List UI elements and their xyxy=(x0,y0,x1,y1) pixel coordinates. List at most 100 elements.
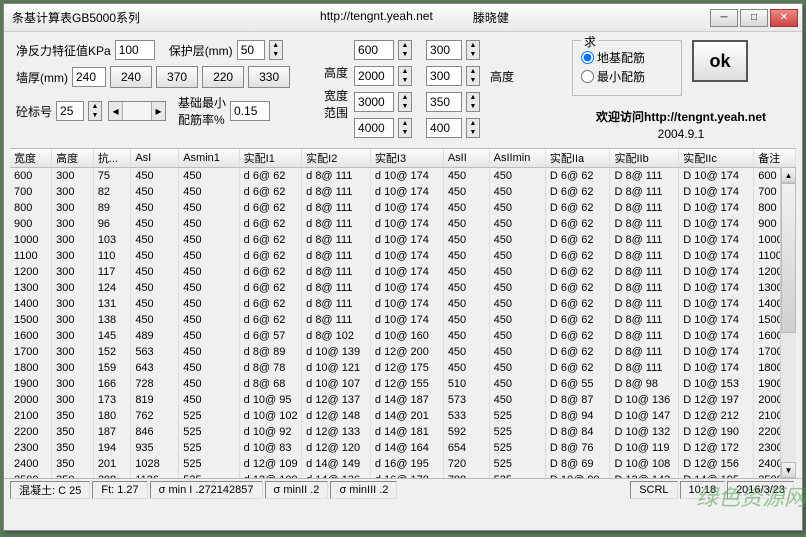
col-header[interactable]: AsII xyxy=(443,149,489,168)
w3-input[interactable] xyxy=(354,118,394,138)
table-row[interactable]: 1600300145489450d 6@ 57d 8@ 102d 10@ 160… xyxy=(10,328,796,344)
table-cell: d 12@ 137 xyxy=(302,392,371,408)
col-header[interactable]: Asmin1 xyxy=(179,149,239,168)
table-cell: D 10@ 132 xyxy=(610,424,679,440)
table-row[interactable]: 1900300166728450d 8@ 68d 10@ 107d 12@ 15… xyxy=(10,376,796,392)
table-cell: 1500 xyxy=(10,312,52,328)
table-cell: d 6@ 62 xyxy=(239,184,302,200)
table-cell: 846 xyxy=(131,424,179,440)
table-row[interactable]: 2000300173819450d 10@ 95d 12@ 137d 14@ 1… xyxy=(10,392,796,408)
col-header[interactable]: 宽度 xyxy=(10,149,52,168)
h1-spin[interactable]: ▲▼ xyxy=(398,40,412,60)
w1-spin[interactable]: ▲▼ xyxy=(398,66,412,86)
maximize-button[interactable]: □ xyxy=(740,9,768,27)
table-cell: 450 xyxy=(489,184,545,200)
scroll-up-button[interactable]: ▲ xyxy=(781,167,796,183)
table-row[interactable]: 24003502011028525d 12@ 109d 14@ 149d 16@… xyxy=(10,456,796,472)
table-row[interactable]: 2300350194935525d 10@ 83d 12@ 120d 14@ 1… xyxy=(10,440,796,456)
col-header[interactable]: 实配I3 xyxy=(370,149,443,168)
table-cell: 450 xyxy=(443,232,489,248)
table-row[interactable]: 1200300117450450d 6@ 62d 8@ 111d 10@ 174… xyxy=(10,264,796,280)
table-row[interactable]: 1000300103450450d 6@ 62d 8@ 111d 10@ 174… xyxy=(10,232,796,248)
table-cell: D 6@ 55 xyxy=(545,376,610,392)
grade-spinner[interactable]: ▲▼ xyxy=(88,101,102,121)
table-cell: 1126 xyxy=(131,472,179,479)
table-cell: D 10@ 174 xyxy=(679,312,754,328)
wh2-spin[interactable]: ▲▼ xyxy=(466,92,480,112)
wall-330-button[interactable]: 330 xyxy=(248,66,290,88)
scroll-track[interactable] xyxy=(123,102,151,120)
wh1-input[interactable] xyxy=(426,66,462,86)
table-cell: 159 xyxy=(93,360,131,376)
col-header[interactable]: 抗... xyxy=(93,149,131,168)
table-cell: 450 xyxy=(443,344,489,360)
col-header[interactable]: 高度 xyxy=(52,149,94,168)
col-header[interactable]: AsI xyxy=(131,149,179,168)
cover-input[interactable] xyxy=(237,40,265,60)
cover-spinner[interactable]: ▲▼ xyxy=(269,40,283,60)
table-cell: 1700 xyxy=(10,344,52,360)
w1-input[interactable] xyxy=(354,66,394,86)
vertical-scrollbar[interactable]: ▲ ▼ xyxy=(780,167,796,478)
radio-foundation[interactable] xyxy=(581,51,594,64)
col-header[interactable]: AsIImin xyxy=(489,149,545,168)
scroll-left-button[interactable]: ◂ xyxy=(109,102,123,120)
col-header[interactable]: 实配I1 xyxy=(239,149,302,168)
wall-370-button[interactable]: 370 xyxy=(156,66,198,88)
wall-input[interactable] xyxy=(72,67,106,87)
w2-input[interactable] xyxy=(354,92,394,112)
scroll-right-button[interactable]: ▸ xyxy=(151,102,165,120)
table-cell: D 10@ 174 xyxy=(679,328,754,344)
wall-240-button[interactable]: 240 xyxy=(110,66,152,88)
table-row[interactable]: 1300300124450450d 6@ 62d 8@ 111d 10@ 174… xyxy=(10,280,796,296)
table-row[interactable]: 60030075450450d 6@ 62d 8@ 111d 10@ 17445… xyxy=(10,168,796,184)
table-cell: 800 xyxy=(10,200,52,216)
min-ratio-input[interactable] xyxy=(230,101,270,121)
close-button[interactable]: ✕ xyxy=(770,9,798,27)
table-cell: 525 xyxy=(489,456,545,472)
table-cell: 131 xyxy=(93,296,131,312)
hh1-input[interactable] xyxy=(426,40,462,60)
table-cell: 450 xyxy=(179,200,239,216)
table-cell: D 8@ 111 xyxy=(610,328,679,344)
col-header[interactable]: 实配IIa xyxy=(545,149,610,168)
radio-minimum[interactable] xyxy=(581,70,594,83)
table-cell: 300 xyxy=(52,344,94,360)
table-row[interactable]: 80030089450450d 6@ 62d 8@ 111d 10@ 17445… xyxy=(10,200,796,216)
table-row[interactable]: 1700300152563450d 8@ 89d 10@ 139d 12@ 20… xyxy=(10,344,796,360)
table-cell: d 6@ 57 xyxy=(239,328,302,344)
wh3-spin[interactable]: ▲▼ xyxy=(466,118,480,138)
hh1-spin[interactable]: ▲▼ xyxy=(466,40,480,60)
h1-input[interactable] xyxy=(354,40,394,60)
table-row[interactable]: 2100350180762525d 10@ 102d 12@ 148d 14@ … xyxy=(10,408,796,424)
col-header[interactable]: 实配I2 xyxy=(302,149,371,168)
scroll-thumb[interactable] xyxy=(781,183,796,333)
col-header[interactable]: 备注 xyxy=(754,149,796,168)
table-cell: d 12@ 155 xyxy=(370,376,443,392)
table-cell: D 12@ 143 xyxy=(610,472,679,479)
table-row[interactable]: 1400300131450450d 6@ 62d 8@ 111d 10@ 174… xyxy=(10,296,796,312)
table-row[interactable]: 1500300138450450d 6@ 62d 8@ 111d 10@ 174… xyxy=(10,312,796,328)
table-row[interactable]: 1100300110450450d 6@ 62d 8@ 111d 10@ 174… xyxy=(10,248,796,264)
table-row[interactable]: 1800300159643450d 8@ 78d 10@ 121d 12@ 17… xyxy=(10,360,796,376)
table-row[interactable]: 2200350187846525d 10@ 92d 12@ 133d 14@ 1… xyxy=(10,424,796,440)
table-cell: 450 xyxy=(489,296,545,312)
col-header[interactable]: 实配IIc xyxy=(679,149,754,168)
wh2-input[interactable] xyxy=(426,92,462,112)
col-header[interactable]: 实配IIb xyxy=(610,149,679,168)
table-cell: d 10@ 107 xyxy=(302,376,371,392)
table-cell: d 8@ 111 xyxy=(302,296,371,312)
minimize-button[interactable]: ─ xyxy=(710,9,738,27)
table-row[interactable]: 25003502081126525d 12@ 100d 14@ 136d 16@… xyxy=(10,472,796,479)
ok-button[interactable]: ok xyxy=(692,40,748,82)
net-pressure-input[interactable] xyxy=(115,40,155,60)
wh3-input[interactable] xyxy=(426,118,462,138)
table-row[interactable]: 90030096450450d 6@ 62d 8@ 111d 10@ 17445… xyxy=(10,216,796,232)
wall-220-button[interactable]: 220 xyxy=(202,66,244,88)
w3-spin[interactable]: ▲▼ xyxy=(398,118,412,138)
w2-spin[interactable]: ▲▼ xyxy=(398,92,412,112)
scroll-down-button[interactable]: ▼ xyxy=(781,462,796,478)
grade-input[interactable] xyxy=(56,101,84,121)
wh1-spin[interactable]: ▲▼ xyxy=(466,66,480,86)
table-row[interactable]: 70030082450450d 6@ 62d 8@ 111d 10@ 17445… xyxy=(10,184,796,200)
